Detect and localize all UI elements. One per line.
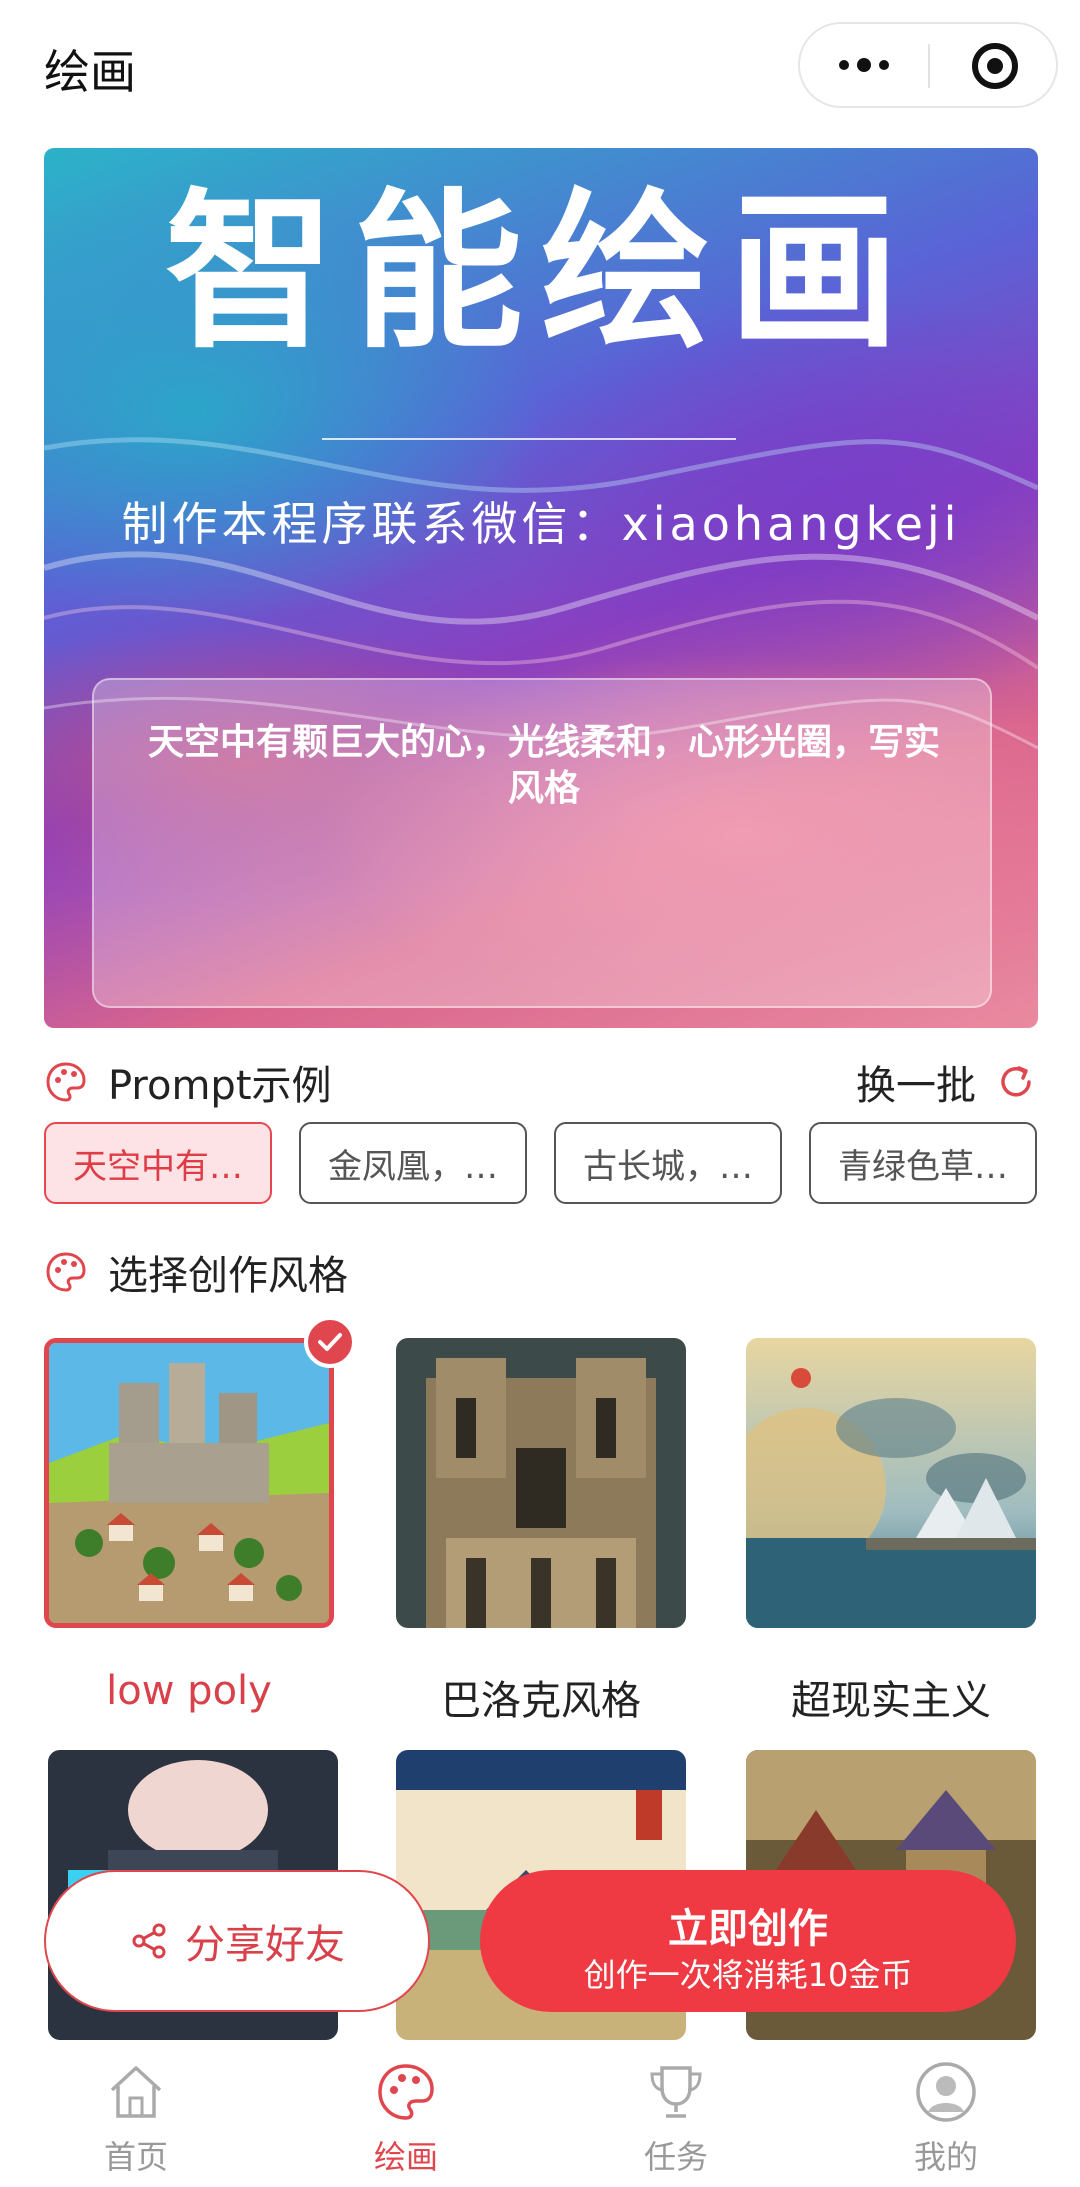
tab-mine[interactable]: 我的 — [876, 2060, 1016, 2180]
selected-check-icon — [304, 1316, 356, 1368]
style-thumbnail-surrealism — [746, 1338, 1036, 1628]
style-label: low poly — [106, 1668, 272, 1714]
page-title: 绘画 — [44, 45, 136, 99]
palette-icon — [46, 1062, 86, 1102]
tab-tasks[interactable]: 任务 — [606, 2060, 746, 2180]
prompt-section-header: Prompt示例 — [44, 1052, 332, 1112]
trophy-icon — [650, 2066, 702, 2118]
style-thumbnail-low-poly — [44, 1338, 334, 1628]
banner-title: 智能绘画 — [164, 174, 917, 372]
tab-home[interactable]: 首页 — [66, 2060, 206, 2180]
bottom-tab-bar: 首页 绘画 任务 我的 — [0, 2040, 1080, 2187]
create-title: 立即创作 — [668, 1906, 828, 1952]
tab-label: 首页 — [103, 2138, 168, 2176]
style-label: 超现实主义 — [791, 1678, 991, 1724]
prompt-chip-list: 天空中有… 金凤凰，… 古长城，… 青绿色草… — [44, 1122, 1038, 1204]
create-now-button[interactable]: 立即创作 创作一次将消耗10金币 — [480, 1870, 1016, 2012]
refresh-icon — [1001, 1066, 1031, 1097]
refresh-button[interactable]: 换一批 — [856, 1052, 1036, 1112]
prompt-input-area[interactable]: 天空中有颗巨大的心，光线柔和，心形光圈，写实风格 — [92, 678, 992, 1008]
tab-label: 任务 — [643, 2138, 708, 2176]
share-label: 分享好友 — [185, 1922, 345, 1968]
style-section-title: 选择创作风格 — [108, 1253, 348, 1299]
prompt-chip[interactable]: 青绿色草… — [809, 1122, 1037, 1204]
user-icon — [916, 2062, 976, 2122]
palette-icon — [378, 2064, 434, 2120]
refresh-label: 换一批 — [856, 1063, 976, 1109]
capsule-divider — [928, 44, 930, 88]
banner-subtitle: 制作本程序联系微信：xiaohangkeji — [121, 497, 961, 551]
prompt-chip[interactable]: 古长城，… — [554, 1122, 782, 1204]
palette-icon — [46, 1252, 86, 1292]
share-friends-button[interactable]: 分享好友 — [44, 1870, 430, 2012]
banner-divider — [322, 438, 736, 440]
banner: 智能绘画 制作本程序联系微信：xiaohangkeji 天空中有颗巨大的心，光线… — [44, 148, 1038, 1028]
prompt-chip[interactable]: 金凤凰，… — [299, 1122, 527, 1204]
create-cost-note: 创作一次将消耗10金币 — [583, 1956, 913, 1994]
top-bar: 绘画 — [0, 0, 1080, 130]
record-close-icon[interactable] — [972, 43, 1018, 89]
mini-program-capsule — [798, 22, 1058, 108]
tab-paint[interactable]: 绘画 — [336, 2060, 476, 2180]
tab-label: 绘画 — [373, 2138, 438, 2176]
prompt-chip[interactable]: 天空中有… — [44, 1122, 272, 1204]
style-thumbnail-baroque — [396, 1338, 686, 1628]
share-icon — [132, 1923, 166, 1959]
style-section-header: 选择创作风格 — [44, 1242, 348, 1302]
more-dots-icon[interactable] — [800, 24, 928, 106]
tab-label: 我的 — [913, 2138, 978, 2176]
prompt-text: 天空中有颗巨大的心，光线柔和，心形光圈，写实风格 — [147, 722, 940, 809]
style-label: 巴洛克风格 — [441, 1678, 641, 1724]
prompt-section-title: Prompt示例 — [108, 1063, 332, 1109]
home-icon — [110, 2066, 162, 2118]
